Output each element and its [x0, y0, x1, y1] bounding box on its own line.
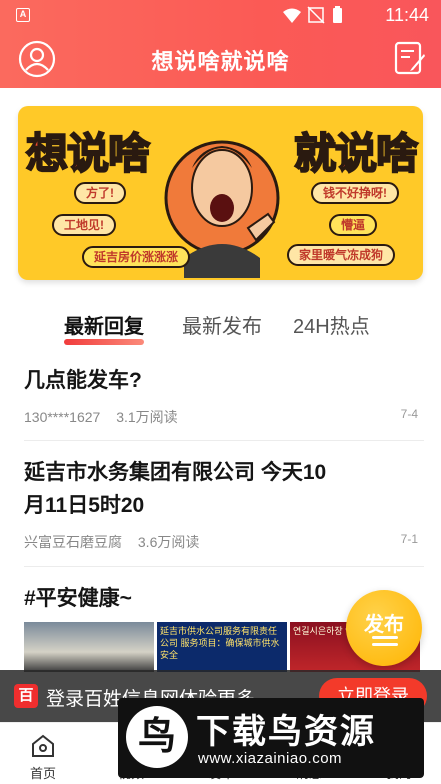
nav-label: 首页 [29, 766, 56, 781]
post-views: 3.6万阅读 [137, 534, 200, 550]
banner-tag: 家里暖气冻成狗 [286, 244, 395, 266]
app-bar: 想说啥就说啥 [0, 30, 441, 88]
active-tab-indicator [64, 339, 144, 345]
promo-banner[interactable]: 想说啥 就说啥 方了! 工地见! 延吉房价涨涨涨 钱不好挣呀! 懵逼 家里暖气冻… [18, 106, 423, 280]
banner-tag: 延吉房价涨涨涨 [82, 246, 191, 268]
status-icons [283, 6, 342, 24]
post-item[interactable]: 几点能发车? 130****1627 3.1万阅读 7-4 [24, 364, 424, 425]
clock: 11:44 [385, 5, 429, 25]
divider [24, 566, 424, 567]
tab-label: 最新发布 [182, 316, 262, 338]
banner-headline-right: 就说啥 [293, 129, 419, 178]
tab-label: 最新回复 [64, 316, 144, 338]
post-item[interactable]: 延吉市水务集团有限公司 今天10月11日5时20 兴富豆石磨豆腐 3.6万阅读 … [24, 456, 424, 550]
edit-note-icon[interactable] [393, 40, 427, 76]
post-author: 兴富豆石磨豆腐 [24, 534, 122, 550]
post-meta: 兴富豆石磨豆腐 3.6万阅读 7-1 [24, 532, 424, 550]
post-date: 7-1 [400, 532, 418, 546]
feed-tabs: 最新回复 最新发布 24H热点 [0, 304, 441, 348]
publish-fab-button[interactable]: 发布 [346, 590, 422, 666]
post-title: 几点能发车? [24, 369, 142, 392]
app-notification-icon: A [16, 8, 30, 22]
banner-tag: 钱不好挣呀! [311, 182, 399, 204]
banner-tag: 工地见! [52, 214, 116, 236]
watermark: 鸟 下载鸟资源 www.xiazainiao.com [118, 698, 424, 778]
post-title: 延吉市水务集团有限公司 今天10月11日5时20 [24, 461, 327, 517]
watermark-title: 下载鸟资源 [196, 713, 376, 751]
watermark-url: www.xiazainiao.com [198, 750, 343, 767]
post-date: 7-4 [400, 407, 418, 421]
tab-24h-hot[interactable]: 24H热点 [293, 310, 370, 339]
baixing-logo-icon: 百 [14, 684, 38, 708]
watermark-logo: 鸟 [126, 706, 188, 768]
status-bar: A 11:44 [0, 0, 441, 30]
post-views: 3.1万阅读 [116, 409, 178, 425]
banner-tag: 懵逼 [328, 214, 377, 236]
post-image[interactable]: 延吉市供水公司服务有限责任公司 服务项目：确保城市供水安全 [157, 622, 287, 672]
divider [24, 440, 424, 441]
post-meta: 130****1627 3.1万阅读 7-4 [24, 407, 424, 425]
nav-home[interactable]: 首页 [8, 733, 78, 782]
banner-tag: 方了! [74, 182, 126, 204]
post-author: 130****1627 [24, 409, 101, 425]
app-title: 想说啥就说啥 [151, 49, 290, 74]
publish-label: 发布 [364, 614, 404, 636]
tab-label: 24H热点 [293, 316, 370, 338]
banner-headline-left: 想说啥 [25, 129, 151, 178]
post-image[interactable] [24, 622, 154, 672]
home-icon [32, 734, 54, 757]
tab-latest-posts[interactable]: 最新发布 [182, 310, 262, 339]
menu-lines-icon [372, 636, 398, 650]
tab-latest-replies[interactable]: 最新回复 [64, 310, 144, 345]
